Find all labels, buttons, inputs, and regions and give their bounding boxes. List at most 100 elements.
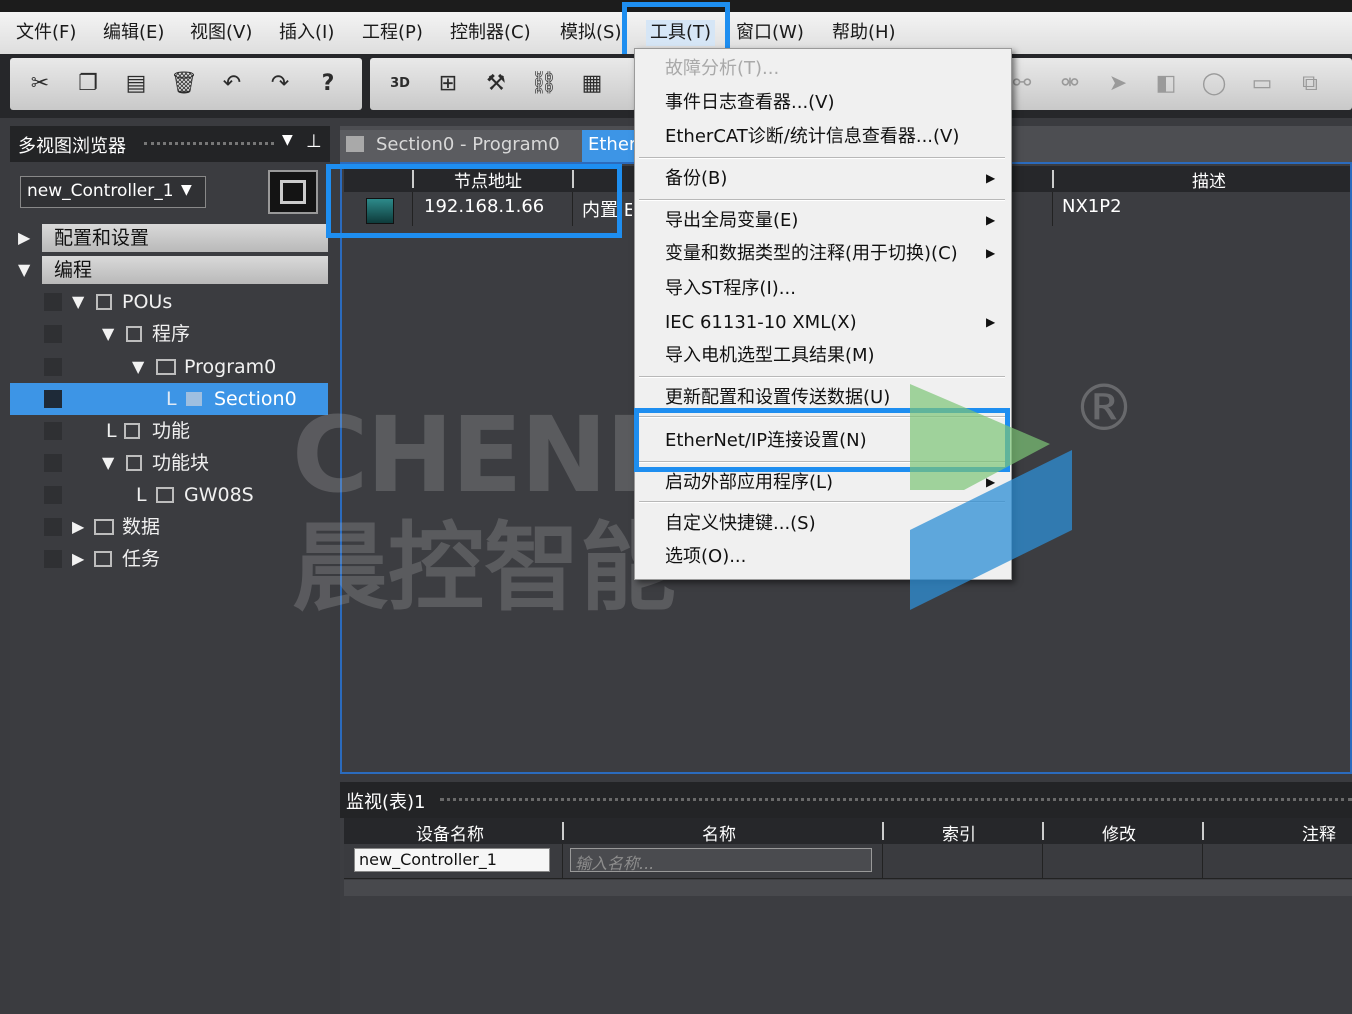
tree-label: 任务 xyxy=(122,548,161,570)
tree-item-program0[interactable]: ▼ Program0 xyxy=(10,351,328,383)
tree-item-pous[interactable]: ▼ POUs xyxy=(10,286,328,318)
menu-separator xyxy=(639,376,1005,378)
expand-right-icon[interactable]: ▶ xyxy=(18,222,30,254)
compare-icon[interactable]: ◧ xyxy=(1150,68,1182,100)
tree-label: 功能 xyxy=(152,420,191,442)
toolbar-group-online: ⚯ ⚮ ➤ ◧ ◯ ▭ ⧉ xyxy=(1006,58,1352,110)
explorer-title: 多视图浏览器 xyxy=(18,136,126,157)
tree-label: 程序 xyxy=(152,323,191,345)
toolbar-group-view: 3D ⊞ ⚒ ⛓ ▦ xyxy=(370,58,636,110)
task-icon xyxy=(94,551,112,567)
monitor-header: 设备名称 名称 索引 修改 注释 xyxy=(344,818,1352,845)
function-icon xyxy=(124,423,140,439)
highlight-node-address xyxy=(326,164,622,238)
menu-item-import-motor-sizing[interactable]: 导入电机选型工具结果(M) xyxy=(665,340,875,372)
transfer-icon[interactable]: ➤ xyxy=(1102,68,1134,100)
menu-item-iec-xml[interactable]: IEC 61131-10 XML(X) xyxy=(665,307,857,339)
tree-item-programming[interactable]: ▼ 编程 xyxy=(10,254,328,286)
monitor-titlebar: 监视(表)1 xyxy=(340,782,1352,818)
tree-item-programs[interactable]: ▼ 程序 xyxy=(10,318,328,350)
header-description: 描述 xyxy=(1192,172,1226,192)
menu-item-event-log[interactable]: 事件日志查看器...(V) xyxy=(665,87,835,119)
tree-item-functions[interactable]: L 功能 xyxy=(10,415,328,447)
expand-down-icon[interactable]: ▼ xyxy=(102,447,114,479)
tree-item-data[interactable]: ▶ 数据 xyxy=(10,511,328,543)
tab-label: Ether xyxy=(588,134,637,155)
controller-icon[interactable] xyxy=(268,170,318,214)
description-value: NX1P2 xyxy=(1062,196,1122,217)
menu-simulation[interactable]: 模拟(S) xyxy=(560,20,621,46)
submenu-arrow-icon: ▶ xyxy=(986,171,996,185)
layout-icon[interactable]: ⊞ xyxy=(432,68,464,100)
tree-connector: L xyxy=(136,484,147,506)
build-icon[interactable]: ⚒ xyxy=(480,68,512,100)
menu-view[interactable]: 视图(V) xyxy=(190,20,252,46)
expand-down-icon[interactable]: ▼ xyxy=(132,351,144,383)
device-name-field[interactable]: new_Controller_1 xyxy=(354,848,550,872)
paste-icon[interactable]: ▤ xyxy=(120,68,152,100)
tree-item-function-blocks[interactable]: ▼ 功能块 xyxy=(10,447,328,479)
menu-project[interactable]: 工程(P) xyxy=(362,20,423,46)
watermark-text-cn: 晨控智能 xyxy=(292,512,676,624)
expand-down-icon[interactable]: ▼ xyxy=(18,254,30,286)
help-icon[interactable]: ? xyxy=(312,68,344,100)
tree-item-config[interactable]: ▶ 配置和设置 xyxy=(10,222,328,254)
menu-item-backup[interactable]: 备份(B) xyxy=(665,163,727,195)
network-icon[interactable]: ⛓ xyxy=(528,68,560,100)
cycle-icon[interactable]: ◯ xyxy=(1198,68,1230,100)
tree-item-section0[interactable]: L Section0 xyxy=(10,383,328,415)
tab-section0[interactable]: Section0 - Program0 xyxy=(340,130,582,162)
tree-item-tasks[interactable]: ▶ 任务 xyxy=(10,543,328,575)
window-icon[interactable]: ⧉ xyxy=(1294,68,1326,100)
copy-icon[interactable]: ❐ xyxy=(72,68,104,100)
tree-connector: L xyxy=(166,388,177,410)
3d-icon[interactable]: 3D xyxy=(384,68,416,100)
monitor-spacer xyxy=(344,880,1352,896)
explorer-titlebar: 多视图浏览器 ▼ ⊥ xyxy=(10,126,330,162)
menu-insert[interactable]: 插入(I) xyxy=(279,20,334,46)
watermark-registered: ® xyxy=(1072,372,1136,446)
delete-icon[interactable]: 🗑 xyxy=(168,68,200,100)
monitor-icon[interactable]: ▭ xyxy=(1246,68,1278,100)
tab-ethernet[interactable]: Ether xyxy=(582,130,642,162)
menu-separator xyxy=(639,199,1005,201)
menu-item-ethercat-diagnostics[interactable]: EtherCAT诊断/统计信息查看器...(V) xyxy=(665,121,959,153)
section-icon xyxy=(186,392,202,406)
redo-icon[interactable]: ↷ xyxy=(264,68,296,100)
tree-item-gw08s[interactable]: L GW08S xyxy=(10,479,328,511)
menu-file[interactable]: 文件(F) xyxy=(16,20,76,46)
name-input[interactable]: 输入名称... xyxy=(570,848,872,873)
menu-separator xyxy=(639,157,1005,159)
menu-help[interactable]: 帮助(H) xyxy=(832,20,896,46)
menu-item-import-st[interactable]: 导入ST程序(I)... xyxy=(665,273,796,305)
menu-item-export-global-vars[interactable]: 导出全局变量(E) xyxy=(665,205,798,237)
program-folder-icon xyxy=(126,326,142,342)
expand-down-icon[interactable]: ▼ xyxy=(72,286,84,318)
watermark-logo-icon xyxy=(910,384,1072,610)
expand-right-icon[interactable]: ▶ xyxy=(72,543,84,575)
function-block-icon xyxy=(126,455,142,471)
header-device-name: 设备名称 xyxy=(416,825,484,845)
menu-item-options[interactable]: 选项(O)... xyxy=(665,541,746,573)
undo-icon[interactable]: ↶ xyxy=(216,68,248,100)
tree-label: POUs xyxy=(122,291,173,313)
tree-label: 编程 xyxy=(54,259,93,281)
name-placeholder: 输入名称... xyxy=(575,854,655,873)
menu-edit[interactable]: 编辑(E) xyxy=(103,20,164,46)
expand-down-icon[interactable]: ▼ xyxy=(102,318,114,350)
menu-item-custom-shortcuts[interactable]: 自定义快捷键...(S) xyxy=(665,508,816,540)
submenu-arrow-icon: ▶ xyxy=(986,315,996,329)
menu-window[interactable]: 窗口(W) xyxy=(736,20,804,46)
expand-right-icon[interactable]: ▶ xyxy=(72,511,84,543)
menu-item-variable-comments[interactable]: 变量和数据类型的注释(用于切换)(C) xyxy=(665,238,958,270)
controller-select[interactable]: new_Controller_1 ▼ xyxy=(20,176,206,208)
io-icon[interactable]: ▦ xyxy=(576,68,608,100)
pin-icon[interactable]: ⊥ xyxy=(306,131,322,152)
header-modify: 修改 xyxy=(1102,825,1136,845)
monitor-row: new_Controller_1 输入名称... xyxy=(344,844,1352,879)
disconnect-icon[interactable]: ⚮ xyxy=(1054,68,1086,100)
cut-icon[interactable]: ✂ xyxy=(24,68,56,100)
chevron-down-icon: ▼ xyxy=(181,182,192,198)
chevron-down-icon[interactable]: ▼ xyxy=(282,132,293,148)
menu-controller[interactable]: 控制器(C) xyxy=(450,20,531,46)
